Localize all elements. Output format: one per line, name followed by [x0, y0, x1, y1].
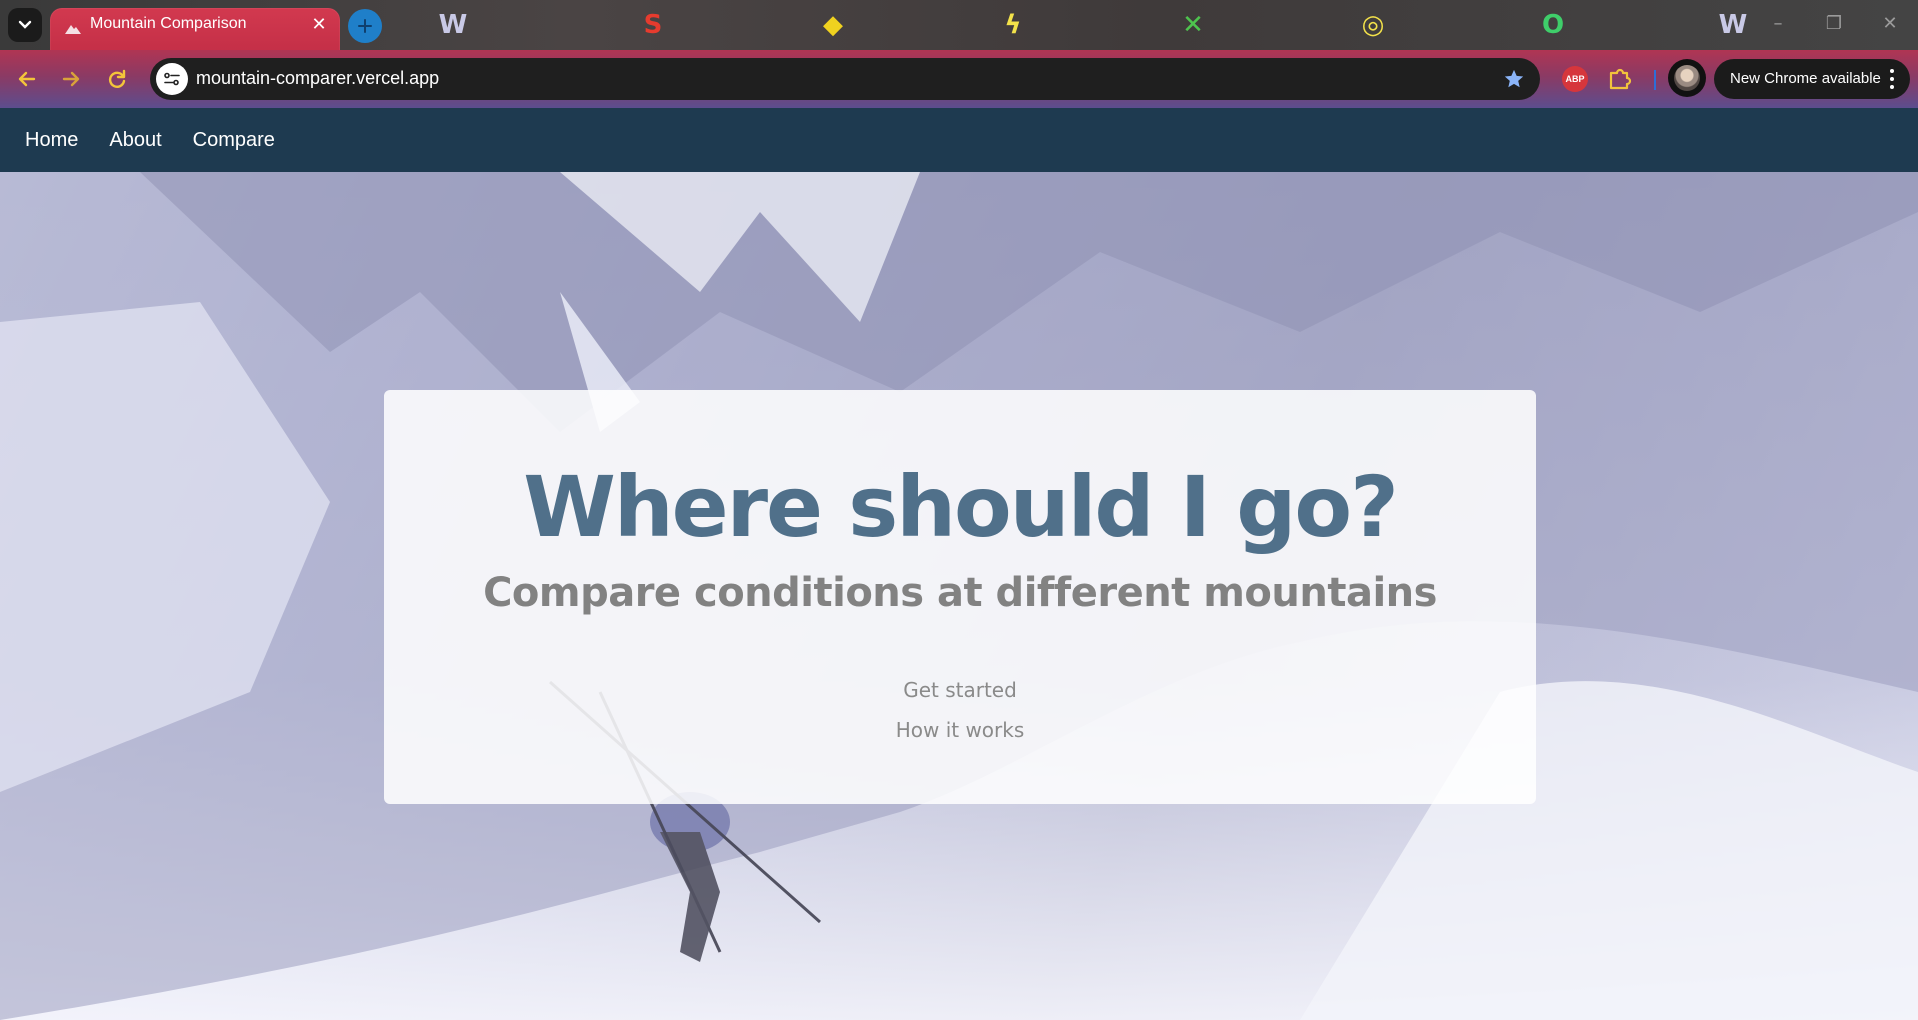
- back-button[interactable]: [12, 64, 42, 94]
- batman-decoration-icon: ◆: [823, 10, 843, 40]
- browser-toolbar: mountain-comparer.vercel.app ABP New Chr…: [0, 50, 1918, 108]
- how-it-works-button[interactable]: How it works: [384, 718, 1536, 742]
- wonder-woman-decoration-icon: W: [438, 10, 468, 40]
- avatar: [1674, 65, 1700, 91]
- nav-link-compare[interactable]: Compare: [193, 129, 275, 152]
- hero-subtitle: Compare conditions at different mountain…: [483, 570, 1437, 616]
- browser-tab-bar: W S ◆ ϟ ✕ ◎ O W Mountain Comparison ✕ – …: [0, 0, 1918, 52]
- close-icon[interactable]: ✕: [308, 13, 330, 35]
- reload-button[interactable]: [102, 64, 132, 94]
- update-label: New Chrome available: [1730, 70, 1881, 87]
- flash-decoration-icon: ϟ: [1004, 10, 1022, 40]
- toolbar-divider: [1654, 70, 1656, 90]
- nav-link-home[interactable]: Home: [25, 129, 78, 152]
- plus-icon: [358, 19, 372, 33]
- reload-icon: [108, 69, 126, 88]
- hero-card: Where should I go? Compare conditions at…: [384, 390, 1536, 804]
- site-navbar: Home About Compare: [0, 108, 1918, 172]
- lantern-decoration-icon: ◎: [1361, 10, 1385, 40]
- mountain-favicon-icon: [65, 25, 81, 34]
- more-vert-icon[interactable]: [1886, 67, 1898, 91]
- adblock-extension-icon[interactable]: ABP: [1562, 66, 1588, 92]
- arrow-left-icon: [18, 71, 36, 87]
- minimize-icon[interactable]: –: [1750, 0, 1806, 46]
- tune-icon: [164, 72, 180, 86]
- new-tab-button[interactable]: [348, 9, 382, 43]
- window-controls: – ❐ ✕: [1750, 0, 1918, 50]
- url-text[interactable]: mountain-comparer.vercel.app: [196, 68, 439, 89]
- site-info-button[interactable]: [156, 63, 188, 95]
- get-started-button[interactable]: Get started: [384, 678, 1536, 702]
- nav-link-about[interactable]: About: [109, 129, 161, 152]
- chevron-down-icon: [18, 20, 32, 29]
- restore-icon[interactable]: ❐: [1806, 0, 1862, 46]
- hero-section: Where should I go? Compare conditions at…: [0, 172, 1918, 1020]
- tab-search-button[interactable]: [8, 8, 42, 42]
- chrome-update-button[interactable]: New Chrome available: [1714, 59, 1910, 99]
- hero-title: Where should I go?: [523, 458, 1399, 556]
- window-close-icon[interactable]: ✕: [1862, 0, 1918, 46]
- bookmark-star-icon[interactable]: [1502, 67, 1526, 91]
- forward-button[interactable]: [56, 64, 86, 94]
- aquaman-decoration-icon: ✕: [1182, 10, 1204, 40]
- arrow-right-icon: [62, 71, 80, 87]
- extensions-puzzle-icon[interactable]: [1606, 65, 1634, 93]
- address-bar[interactable]: mountain-comparer.vercel.app: [150, 58, 1540, 100]
- tab-mountain-comparison[interactable]: Mountain Comparison ✕: [50, 8, 340, 52]
- superman-decoration-icon: S: [643, 10, 663, 40]
- green-lantern-decoration-icon: O: [1541, 10, 1565, 40]
- profile-avatar-button[interactable]: [1668, 59, 1706, 97]
- tab-title: Mountain Comparison: [90, 15, 247, 32]
